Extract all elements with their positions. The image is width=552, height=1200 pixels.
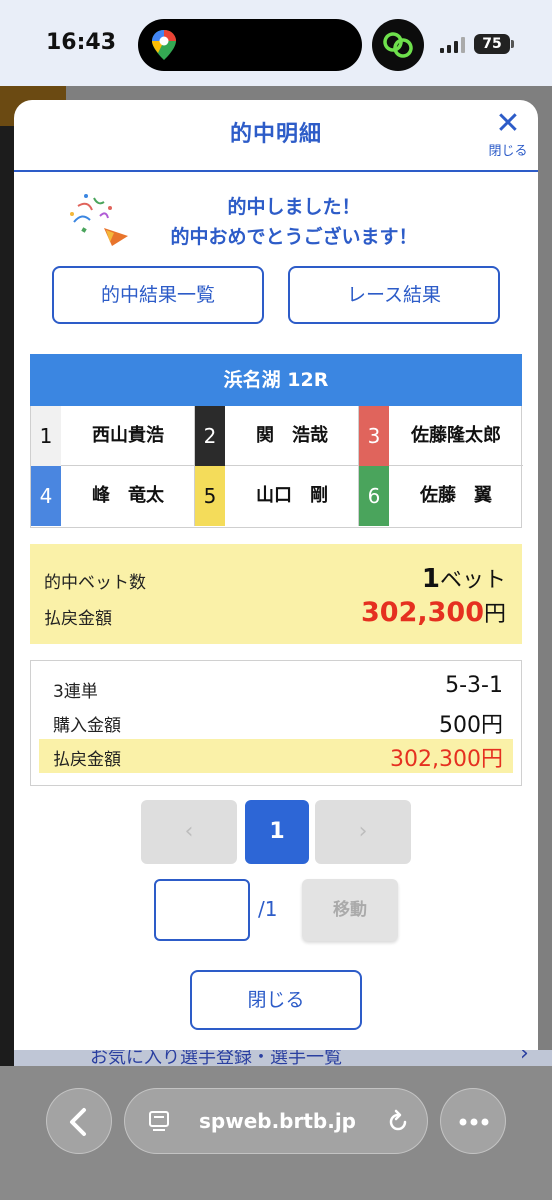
back-button[interactable]	[46, 1088, 112, 1154]
racer-4: 4 峰 竜太	[31, 466, 195, 526]
yen-unit: 円	[483, 602, 506, 627]
hit-message: 的中しました！ 的中おめでとうございます！	[134, 192, 454, 252]
hit-message-line2: 的中おめでとうございます！	[170, 226, 418, 248]
app-icon	[372, 19, 424, 71]
racer-6: 6 佐藤 翼	[359, 466, 523, 526]
purchase-row: 購入金額 500円	[39, 705, 513, 739]
racer-number: 2	[195, 406, 225, 466]
race-header: 浜名湖 12R	[30, 354, 522, 406]
purchase-amount: 500円	[439, 713, 503, 738]
signal-icon	[440, 37, 465, 53]
chevron-left-icon	[70, 1108, 86, 1136]
racer-name: 佐藤隆太郎	[411, 425, 501, 446]
close-button[interactable]: 閉じる	[190, 970, 362, 1030]
close-label: 閉じる	[488, 144, 528, 159]
background-left-edge	[0, 86, 14, 1066]
racer-name: 山口 剛	[256, 485, 328, 506]
racer-number: 6	[359, 466, 389, 526]
link-icon	[383, 32, 413, 58]
bet-combination: 5-3-1	[445, 673, 503, 698]
status-bar: 16:43 75	[0, 0, 552, 86]
bet-detail: 3連単 5-3-1 購入金額 500円 払戻金額 302,300円	[30, 660, 522, 786]
page-total: /1	[258, 897, 278, 921]
ellipsis-icon	[459, 1118, 489, 1126]
bet-type-row: 3連単 5-3-1	[39, 671, 513, 705]
racer-name: 西山貴浩	[92, 425, 164, 446]
address-bar[interactable]: spweb.brtb.jp	[124, 1088, 428, 1154]
reload-icon[interactable]	[385, 1109, 411, 1135]
status-time: 16:43	[46, 30, 117, 55]
battery-indicator: 75	[474, 34, 514, 54]
party-popper-icon	[70, 194, 128, 246]
hit-summary: 的中ベット数 1ベット 払戻金額 302,300円	[30, 544, 522, 644]
pagination-current-page[interactable]: 1	[245, 800, 309, 864]
hit-message-line1: 的中しました！	[227, 196, 361, 218]
bet-count-value: 1	[421, 564, 440, 594]
payout-total-value: 302,300	[361, 597, 484, 628]
bet-count-unit: ベット	[439, 568, 506, 593]
race-results-button[interactable]: レース結果	[288, 266, 500, 324]
detail-payout-row: 払戻金額 302,300円	[39, 739, 513, 773]
page-menu-icon	[149, 1111, 169, 1131]
racer-5: 5 山口 剛	[195, 466, 359, 526]
more-button[interactable]	[440, 1088, 506, 1154]
page-move-button[interactable]: 移動	[302, 879, 398, 941]
close-icon: ✕	[495, 106, 521, 141]
hit-results-list-button[interactable]: 的中結果一覧	[52, 266, 264, 324]
payout-total: 302,300円	[361, 596, 506, 628]
modal-title: 的中明細	[229, 122, 322, 147]
maps-icon	[152, 30, 176, 60]
modal-close-button[interactable]: ✕ 閉じる	[486, 108, 530, 164]
payout-label: 払戻金額	[44, 609, 112, 629]
purchase-label: 購入金額	[53, 716, 121, 736]
title-divider	[14, 170, 538, 172]
bet-count-label: 的中ベット数	[44, 573, 146, 593]
pagination-next-button[interactable]: ›	[315, 800, 411, 864]
racer-number: 5	[195, 466, 225, 526]
racer-3: 3 佐藤隆太郎	[359, 406, 523, 466]
racer-number: 3	[359, 406, 389, 466]
racer-2: 2 関 浩哉	[195, 406, 359, 466]
bet-type: 3連単	[53, 682, 98, 702]
racer-name: 佐藤 翼	[420, 485, 492, 506]
url-text: spweb.brtb.jp	[199, 1109, 357, 1133]
racer-name: 峰 竜太	[92, 485, 164, 506]
pagination-prev-button[interactable]: ‹	[141, 800, 237, 864]
detail-payout-amount: 302,300円	[390, 747, 503, 772]
bet-count: 1ベット	[422, 562, 506, 594]
racer-1: 1 西山貴浩	[31, 406, 195, 466]
racer-number: 4	[31, 466, 61, 526]
browser-toolbar: spweb.brtb.jp	[0, 1066, 552, 1200]
racer-name: 関 浩哉	[256, 425, 328, 446]
detail-payout-label: 払戻金額	[53, 750, 121, 770]
racer-grid: 1 西山貴浩 2 関 浩哉 3 佐藤隆太郎 4 峰 竜太 5 山口 剛 6 佐藤…	[30, 406, 523, 528]
page-number-input[interactable]	[154, 879, 250, 941]
hit-detail-modal: 的中明細 ✕ 閉じる 的中しました！ 的中おめでとうございます！ 的中結果一覧 …	[14, 100, 538, 1050]
racer-number: 1	[31, 406, 61, 466]
